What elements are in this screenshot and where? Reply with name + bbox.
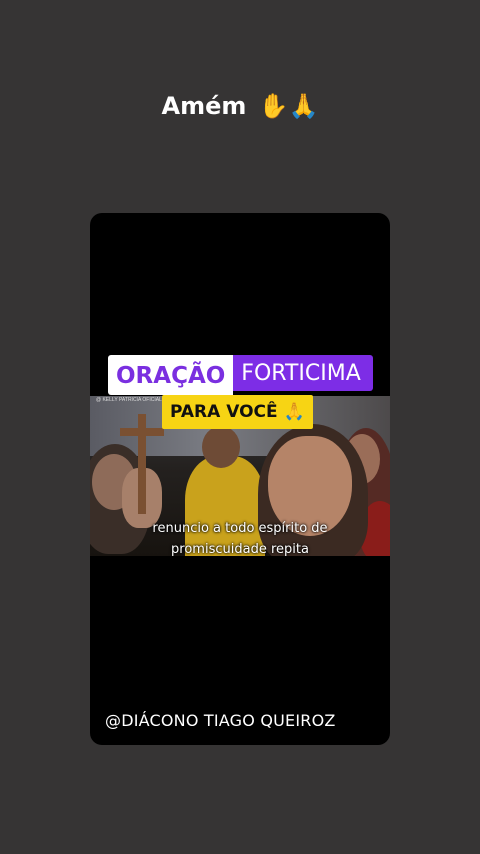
video-figure [185, 456, 265, 556]
hand-pray-emoji-icon: ✋🙏 [258, 92, 319, 120]
title-part-1: ORAÇÃO [108, 355, 234, 395]
video-figure [202, 426, 240, 468]
subtitle-line-2: promiscuidade repita [171, 542, 309, 556]
caption-text: Amém [161, 92, 247, 120]
crucifix-icon [120, 428, 164, 436]
author-handle[interactable]: @DIÁCONO TIAGO QUEIROZ [105, 711, 336, 730]
video-card[interactable]: @ KELLY PATRICIA OFICIAL renuncio a todo… [90, 213, 390, 745]
story-caption: Amém ✋🙏 [0, 92, 480, 120]
video-watermark: @ KELLY PATRICIA OFICIAL [96, 397, 162, 403]
title-part-2: FORTICIMA [233, 355, 373, 391]
video-title: ORAÇÃO FORTICIMA [108, 355, 373, 395]
banner-label: PARA VOCÊ 🙏 [162, 395, 313, 429]
subtitle-line-1: renuncio a todo espírito de [152, 521, 328, 536]
